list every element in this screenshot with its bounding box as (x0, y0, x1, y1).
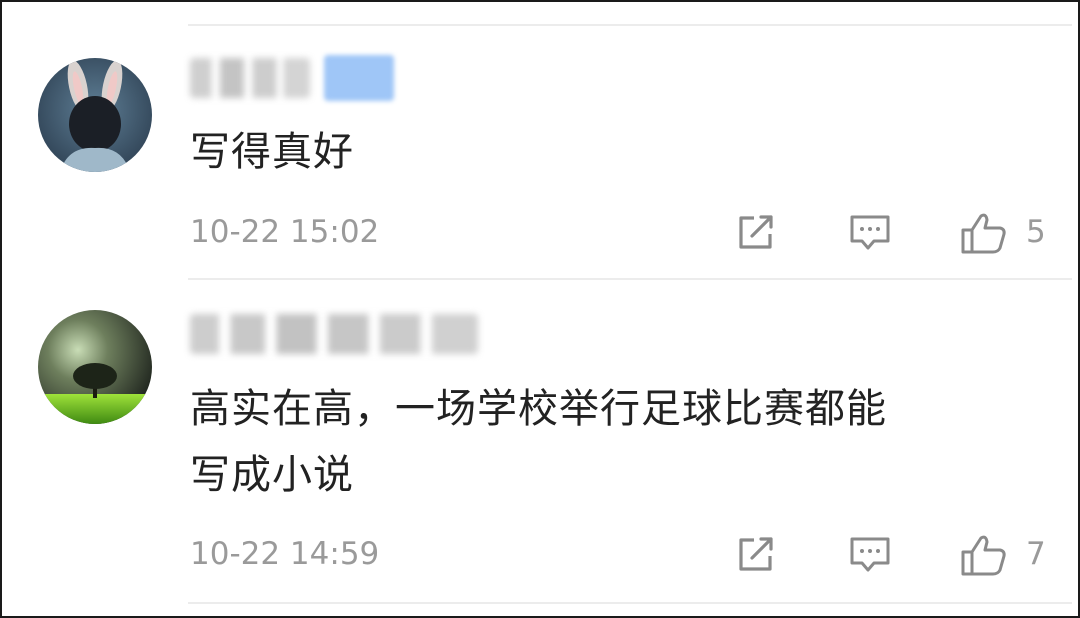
comment-text-line: 高实在高，一场学校举行足球比赛都能 (190, 386, 887, 432)
comment-meta: 10-22 14:59 7 (190, 533, 1048, 576)
comment-icon[interactable] (848, 211, 892, 253)
comment-list: 写得真好 10-22 15:02 5 高实在高，一场学校举行足球比赛都能 写成小… (0, 0, 1080, 618)
blurred-username (190, 58, 310, 98)
bunny-ear-avatar-image (38, 58, 152, 172)
share-icon[interactable] (734, 533, 778, 575)
timestamp: 10-22 14:59 (190, 536, 380, 572)
timestamp: 10-22 15:02 (190, 214, 380, 250)
thumbs-up-icon[interactable] (960, 533, 1006, 576)
comment-text: 写得真好 (190, 129, 354, 175)
blurred-username (190, 314, 478, 354)
share-icon[interactable] (734, 211, 778, 253)
comment-text-line: 写成小说 (190, 452, 354, 498)
thumbs-up-icon[interactable] (960, 211, 1006, 254)
comment-icon[interactable] (848, 533, 892, 575)
divider (188, 24, 1072, 26)
divider (188, 278, 1072, 280)
comment-text: 高实在高，一场学校举行足球比赛都能 写成小说 (190, 376, 1020, 508)
level-badge (324, 55, 394, 101)
like-count: 5 (1026, 214, 1046, 250)
comment-meta: 10-22 15:02 5 (190, 211, 1048, 254)
divider (188, 602, 1072, 604)
avatar[interactable] (38, 310, 152, 424)
username[interactable] (190, 55, 394, 101)
username[interactable] (190, 314, 478, 354)
tree-landscape-avatar-image (38, 310, 152, 424)
avatar[interactable] (38, 58, 152, 172)
like-count: 7 (1026, 536, 1046, 572)
